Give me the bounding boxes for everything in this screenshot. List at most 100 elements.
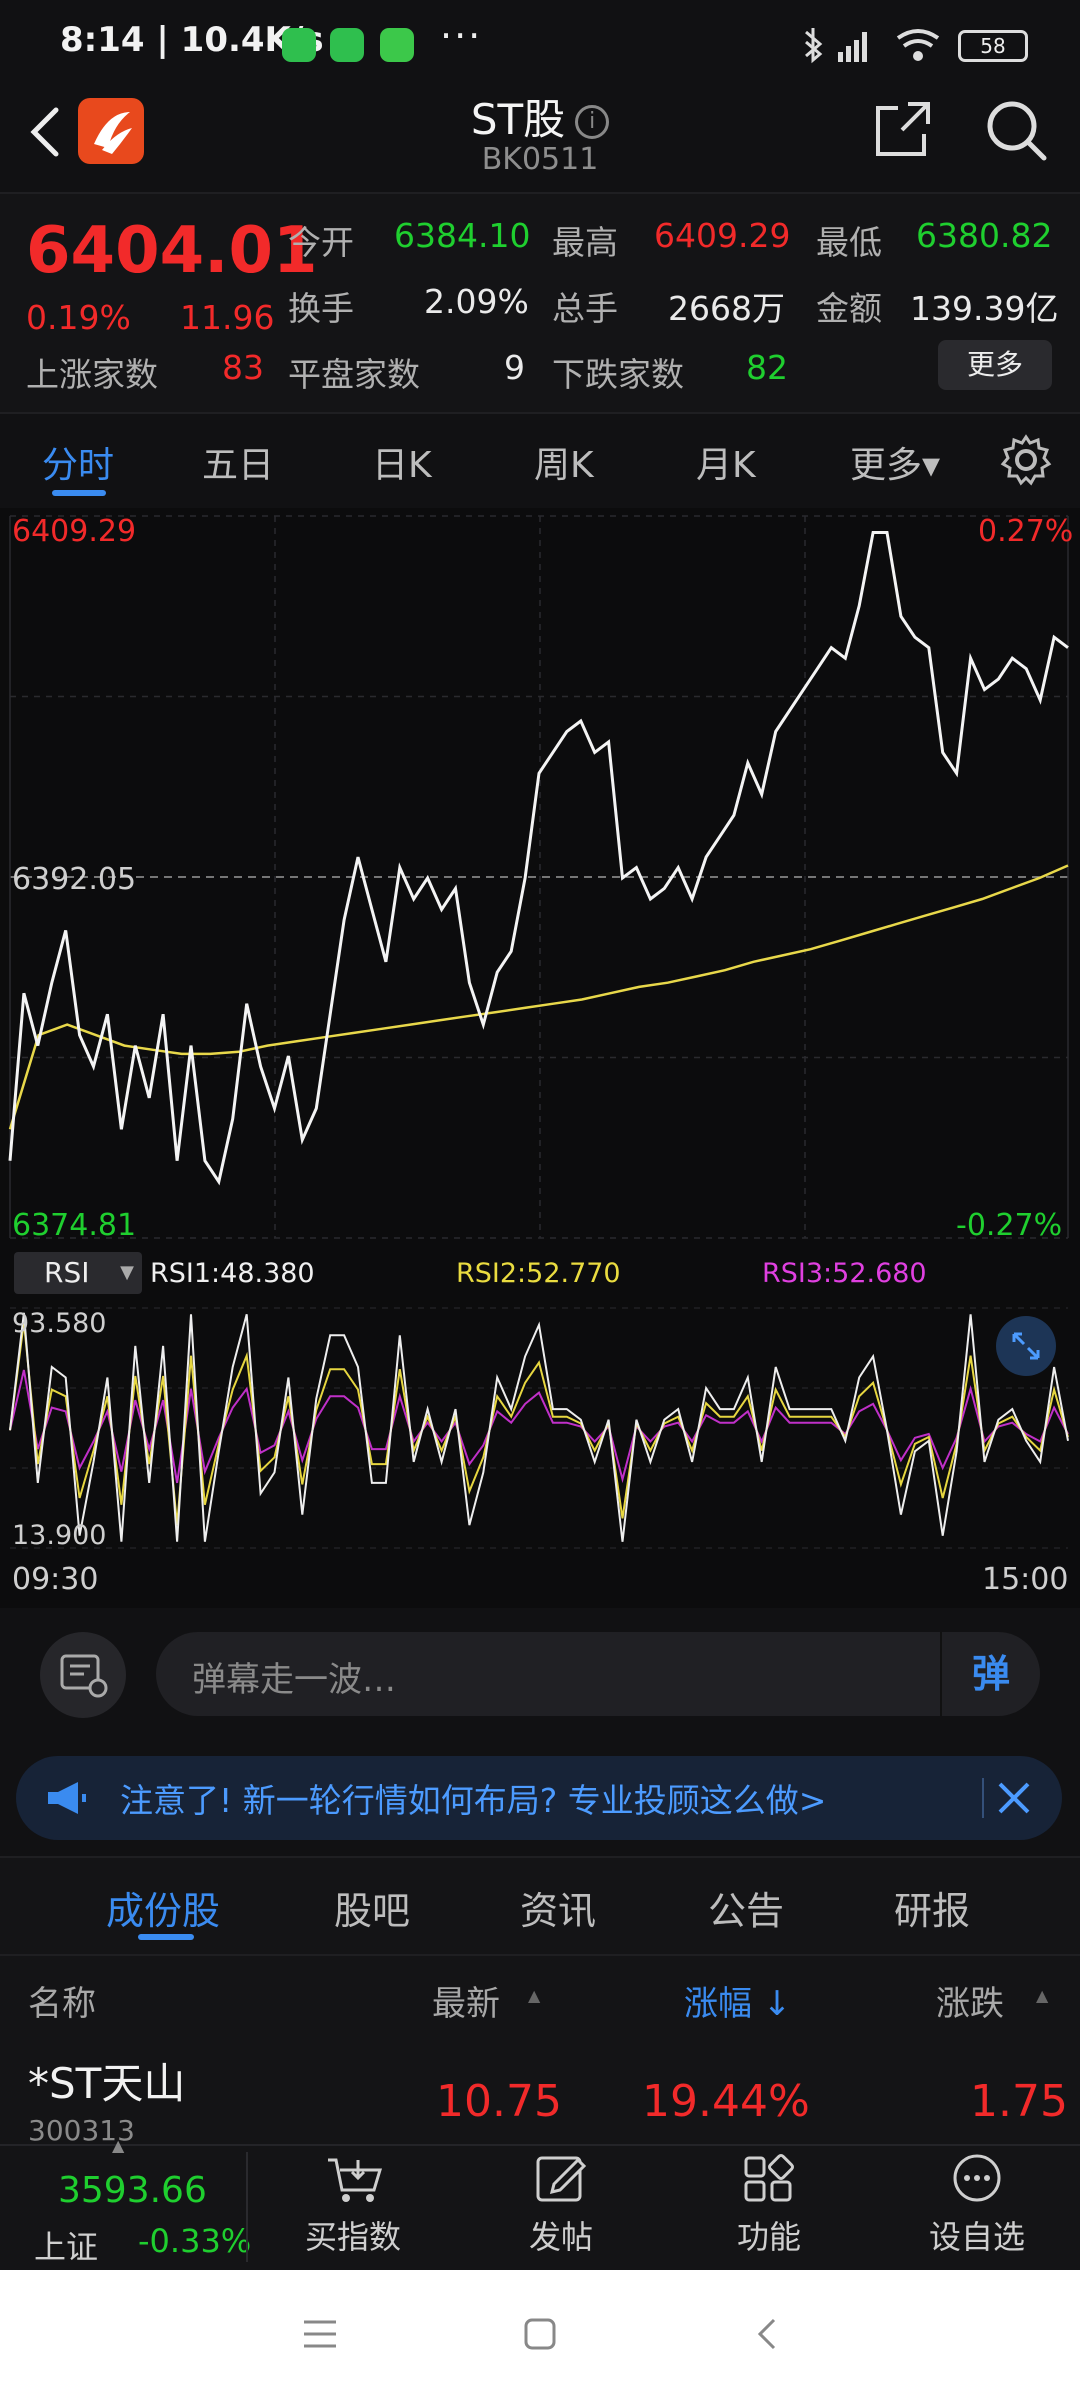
- rsi-top-label: 93.580: [12, 1308, 107, 1339]
- page-title-text: ST股: [470, 95, 566, 144]
- price-grid: [9, 515, 1069, 1239]
- signal-wifi-icons: [805, 28, 940, 64]
- post-button[interactable]: 发帖: [506, 2152, 616, 2262]
- home-icon[interactable]: [520, 2314, 560, 2354]
- x-end-label: 15:00: [982, 1562, 1069, 1597]
- tab-monthly-k[interactable]: 月K: [696, 436, 756, 488]
- nav-back-icon[interactable]: [752, 2314, 782, 2354]
- low-value: 6380.82: [916, 216, 1053, 255]
- search-icon[interactable]: [984, 98, 1050, 164]
- rsi-tag-label: RSI: [44, 1256, 90, 1289]
- battery-icon: 58: [958, 30, 1028, 62]
- column-latest[interactable]: 最新: [432, 1976, 500, 2025]
- y-top-label: 6409.29: [12, 514, 137, 549]
- y-bottom-pct-label: -0.27%: [956, 1208, 1063, 1243]
- cart-icon: [328, 2158, 383, 2202]
- index-name: 上证: [34, 2228, 99, 2266]
- rsi1-value: RSI1:48.380: [150, 1258, 315, 1289]
- danmaku-placeholder: 弹幕走一波…: [192, 1660, 396, 1700]
- tab-news[interactable]: 资讯: [520, 1880, 596, 1935]
- series-rsi1-line: [9, 1312, 1069, 1542]
- tab-constituents[interactable]: 成份股: [106, 1880, 220, 1935]
- rsi3-value: RSI3:52.680: [762, 1258, 927, 1289]
- tab-intraday[interactable]: 分时: [42, 436, 114, 488]
- add-watchlist-button[interactable]: 设自选: [922, 2152, 1032, 2262]
- rsi2-value: RSI2:52.770: [456, 1258, 621, 1289]
- tab-daily-k[interactable]: 日K: [372, 436, 432, 488]
- volume-value: 2668万: [668, 289, 785, 328]
- y-mid-label: 6392.05: [12, 862, 137, 897]
- more-circle-icon: [953, 2154, 1001, 2202]
- up-count: 83: [222, 348, 264, 387]
- edit-icon: [536, 2156, 587, 2202]
- danmaku-input[interactable]: 弹幕走一波…: [156, 1632, 1040, 1716]
- app-notification-icon: [380, 28, 414, 62]
- more-button[interactable]: 更多: [938, 340, 1052, 390]
- notice-text[interactable]: 注意了! 新一轮行情如何布局? 专业投顾这么做>: [120, 1774, 826, 1822]
- open-label: 今开: [288, 223, 354, 262]
- change-percent: 0.19%: [26, 298, 131, 337]
- amount-value: 139.39亿: [910, 289, 1059, 328]
- menu-icon[interactable]: [300, 2316, 340, 2352]
- series-avg-line: [8, 864, 1069, 1130]
- tab-research[interactable]: 研报: [894, 1880, 970, 1935]
- x-start-label: 09:30: [12, 1562, 99, 1597]
- grid-icon: [744, 2154, 794, 2202]
- down-count: 82: [746, 348, 788, 387]
- stock-latest: 10.75: [436, 2076, 562, 2127]
- danmaku-settings-icon[interactable]: [40, 1632, 126, 1718]
- y-bottom-label: 6374.81: [12, 1208, 137, 1243]
- column-change-pct[interactable]: 涨幅 ↓: [684, 1976, 791, 2025]
- sort-icon: ▲: [1036, 1986, 1049, 2005]
- column-name: 名称: [28, 1984, 96, 2024]
- intraday-price-chart[interactable]: [0, 508, 1080, 1248]
- chevron-down-icon: ▼: [120, 1262, 134, 1283]
- rsi-chart[interactable]: [0, 1300, 1080, 1560]
- tab-five-day[interactable]: 五日: [202, 436, 274, 488]
- column-change[interactable]: 涨跌: [936, 1976, 1004, 2025]
- megaphone-icon: [48, 1782, 86, 1814]
- info-icon[interactable]: i: [575, 105, 610, 139]
- settings-gear-icon[interactable]: [1000, 434, 1052, 486]
- y-top-pct-label: 0.27%: [978, 514, 1074, 549]
- high-value: 6409.29: [654, 216, 791, 255]
- share-icon[interactable]: [872, 100, 932, 160]
- amount-label: 金额: [816, 289, 882, 328]
- expand-chart-icon[interactable]: [996, 1316, 1056, 1376]
- rsi-indicator-selector[interactable]: RSI ▼: [14, 1252, 142, 1294]
- current-price: 6404.01: [26, 214, 318, 288]
- column-change-pct-label: 涨幅: [684, 1984, 752, 2024]
- tab-weekly-k[interactable]: 周K: [534, 436, 594, 488]
- low-label: 最低: [816, 223, 882, 262]
- functions-label: 功能: [736, 2218, 801, 2256]
- turnover-value: 2.09%: [424, 282, 529, 321]
- tab-forum[interactable]: 股吧: [334, 1880, 410, 1935]
- stock-name: *ST天山: [28, 2059, 186, 2108]
- bottom-divider: [246, 2152, 248, 2262]
- danmaku-send-button[interactable]: 弹: [940, 1632, 1040, 1716]
- chevron-up-icon: ▲: [112, 2136, 125, 2155]
- sort-desc-arrow-icon: ↓: [762, 1984, 792, 2024]
- buy-index-button[interactable]: 买指数: [298, 2152, 408, 2262]
- status-more-icon: ···: [440, 14, 483, 58]
- sort-icon: ▲: [528, 1986, 541, 2005]
- turnover-label: 换手: [288, 289, 354, 328]
- tab-more[interactable]: 更多▾: [850, 436, 940, 488]
- close-icon[interactable]: [996, 1780, 1032, 1816]
- flat-count: 9: [504, 348, 525, 387]
- open-value: 6384.10: [394, 216, 531, 255]
- wechat-icon: [282, 28, 316, 62]
- stock-change: 1.75: [970, 2076, 1068, 2127]
- notice-divider: [982, 1778, 984, 1818]
- index-value[interactable]: 3593.66: [58, 2170, 207, 2211]
- high-label: 最高: [552, 223, 618, 262]
- post-label: 发帖: [528, 2218, 593, 2256]
- content-tab-active-indicator: [138, 1934, 194, 1940]
- up-count-label: 上涨家数: [26, 355, 158, 394]
- functions-button[interactable]: 功能: [714, 2152, 824, 2262]
- rsi-bottom-label: 13.900: [12, 1520, 107, 1551]
- tab-announcements[interactable]: 公告: [708, 1880, 784, 1935]
- index-change: -0.33%: [138, 2222, 252, 2260]
- stock-change-pct: 19.44%: [642, 2076, 810, 2127]
- buy-index-label: 买指数: [304, 2218, 401, 2256]
